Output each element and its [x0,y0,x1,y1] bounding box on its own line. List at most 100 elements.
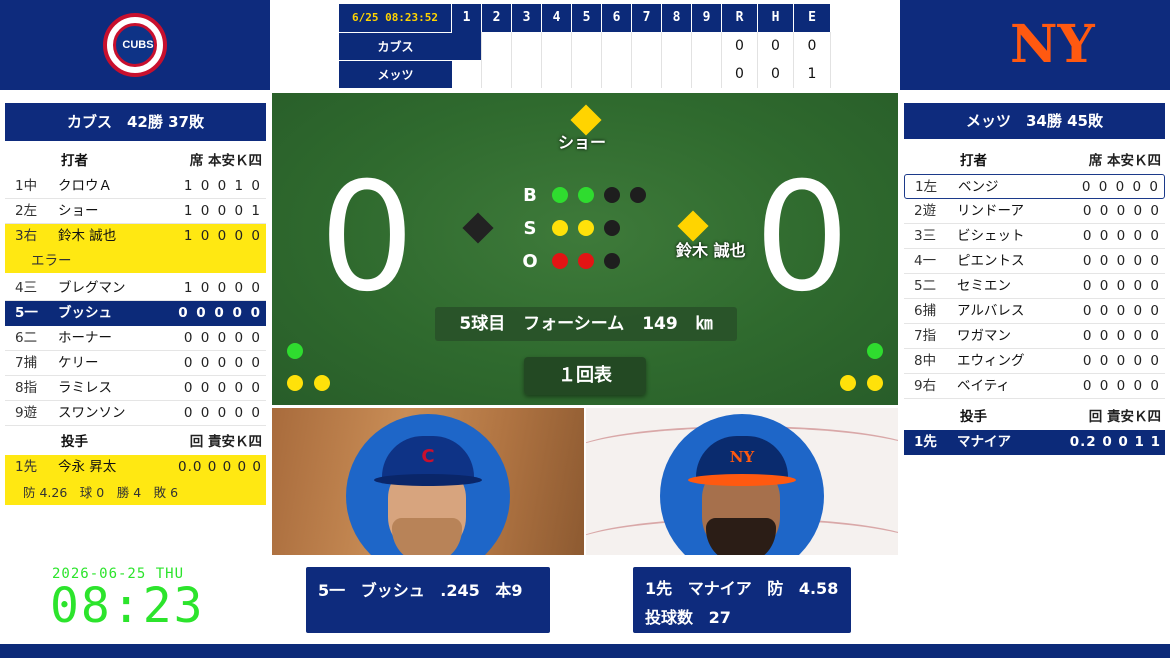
runs-cell: 0 [722,60,758,88]
inning-header: 2 [482,4,512,32]
lineup-row: 8中 エウィング 0 0 0 0 0 [904,349,1165,374]
lineup-row: 7指 ワガマン 0 0 0 0 0 [904,324,1165,349]
inning-cell-current [452,32,482,60]
away-indicator-dot [287,375,303,391]
inning-cell [512,60,542,88]
runner-second-label: ショー [558,133,607,152]
lineup-row: 6二 ホーナー 0 0 0 0 0 [5,326,266,351]
ball-label: B [523,185,537,206]
lineup-row: 4一 ピエントス 0 0 0 0 0 [904,249,1165,274]
lineup-row-next-batter: 1左 ベンジ 0 0 0 0 0 [904,174,1165,199]
batter-photo: C [272,408,584,555]
ball-dot [552,187,568,203]
lineup-row-highlighted: 3右 鈴木 誠也 1 0 0 0 0 [5,224,266,249]
pitcher-column-header: 投手 回 責安Ｋ四 [61,434,262,450]
home-indicator-dot [867,343,883,359]
runner-first-label: 鈴木 誠也 [676,241,746,260]
home-indicator-dot [867,375,883,391]
out-dot [604,253,620,269]
bottom-bar [0,644,1170,658]
mets-logo-icon: NY [1010,14,1095,75]
home-indicator-dot [840,375,856,391]
lineup-row: 7捕 ケリー 0 0 0 0 0 [5,351,266,376]
ball-dot [630,187,646,203]
away-team-record: カブス 42勝 37敗 [5,103,266,141]
inning-cell [452,60,482,88]
clock-time: 08:23 [50,578,205,634]
inning-cell [602,32,632,60]
inning-header: 7 [632,4,662,32]
mets-cap-logo-icon: NY [729,448,755,466]
inning-cell [542,60,572,88]
inning-cell [692,32,722,60]
pitcher-row-current: 1先 マナイア 0.2 0 0 1 1 [904,430,1165,455]
strike-label: S [523,218,537,239]
inning-cell [482,32,512,60]
lineup-row: 6捕 アルバレス 0 0 0 0 0 [904,299,1165,324]
linescore-away-row: カブス 0 0 0 [339,32,831,60]
lineup-row: 9遊 スワンソン 0 0 0 0 0 [5,401,266,426]
lineup-row-current-batter: 5一 ブッシュ 0 0 0 0 0 [5,301,266,326]
inning-cell [632,60,662,88]
pitcher-column-header: 投手 回 責安Ｋ四 [960,409,1161,425]
batter-portrait-image: C [346,414,510,555]
lineup-row: 1中 クロウＡ 1 0 0 1 0 [5,174,266,199]
inning-cell [662,60,692,88]
third-base-icon [462,212,494,244]
lineup-row: 3三 ビシェット 0 0 0 0 0 [904,224,1165,249]
inning-header: 5 [572,4,602,32]
lineup-row: 8指 ラミレス 0 0 0 0 0 [5,376,266,401]
ball-dot [578,187,594,203]
inning-header: 6 [602,4,632,32]
strike-dot [578,220,594,236]
inning-cell [692,60,722,88]
inning-indicator: １回表 [524,357,646,395]
away-indicator-dot [314,375,330,391]
strike-dot [552,220,568,236]
cubs-logo-icon: CUBS [103,13,167,77]
inning-cell [602,60,632,88]
errors-cell: 0 [794,32,831,60]
away-lineup-panel: カブス 42勝 37敗 打者 席 本安Ｋ四 1中 クロウＡ 1 0 0 1 0 … [5,103,266,505]
home-lineup-panel: メッツ 34勝 45敗 打者 席 本安Ｋ四 1左 ベンジ 0 0 0 0 0 2… [904,103,1165,455]
inning-cell [662,32,692,60]
linescore: 6/25 08:23:52 1 2 3 4 5 6 7 8 9 R H E カブ… [339,4,831,88]
home-score: 0 [754,151,850,325]
inning-header: 1 [452,4,482,32]
home-team-logo-panel: NY [900,0,1170,90]
lineup-row: 2左 ショー 1 0 0 0 1 [5,199,266,224]
linescore-team-name: メッツ [339,60,452,88]
error-note-row: エラー [5,249,266,273]
batter-info-box: 5一 ブッシュ .245 本9 [306,567,550,633]
inning-header: 3 [512,4,542,32]
cubs-cap-logo-icon: C [421,446,435,467]
lineup-row: 5二 セミエン 0 0 0 0 0 [904,274,1165,299]
inning-header: 8 [662,4,692,32]
pitcher-info-box: 1先 マナイア 防 4.58 投球数 27 [633,567,851,633]
errors-header: E [794,4,831,32]
lineup-row: 2遊 リンドーア 0 0 0 0 0 [904,199,1165,224]
pitch-info: 5球目 フォーシーム 149 ㎞ [435,307,737,341]
field-scoreboard: 0 0 ショー 鈴木 誠也 B S O 5球目 フォーシーム 149 ㎞ １回表 [272,93,898,405]
linescore-team-name: カブス [339,32,452,60]
inning-cell [512,32,542,60]
away-score: 0 [319,151,415,325]
out-label: O [522,251,538,272]
inning-cell [572,60,602,88]
out-dot [578,253,594,269]
ball-dot [604,187,620,203]
inning-cell [542,32,572,60]
away-indicator-dot [287,343,303,359]
lineup-row: 4三 ブレグマン 1 0 0 0 0 [5,276,266,301]
inning-cell [482,60,512,88]
hits-cell: 0 [758,60,794,88]
linescore-home-row: メッツ 0 0 1 [339,60,831,88]
hits-header: H [758,4,794,32]
inning-header: 4 [542,4,572,32]
home-team-record: メッツ 34勝 45敗 [904,103,1165,139]
inning-header: 9 [692,4,722,32]
out-dot [552,253,568,269]
pitcher-row: 1先 今永 昇太 0.0 0 0 0 0 [5,455,266,480]
pitcher-detail-row: 防 4.26 球 0 勝 4 敗 6 [5,480,266,505]
lineup-row: 9右 ベイティ 0 0 0 0 0 [904,374,1165,399]
